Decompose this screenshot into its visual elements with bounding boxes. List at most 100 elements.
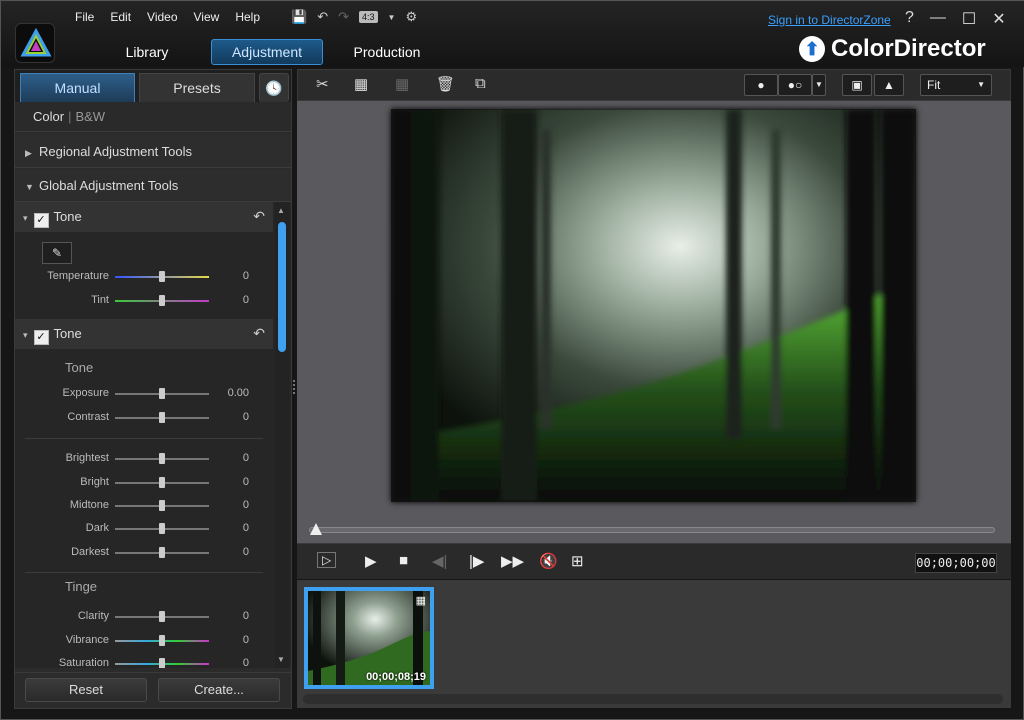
slider-knob[interactable] [159, 271, 165, 282]
chevron-down-icon[interactable]: ▼ [812, 74, 826, 96]
tone-enable-checkbox-2[interactable]: ✓ [33, 330, 49, 345]
reset-icon[interactable]: ↶ [253, 325, 265, 342]
menu-view[interactable]: View [194, 10, 220, 24]
menu-help[interactable]: Help [235, 10, 260, 24]
chevron-down-icon[interactable]: ▼ [388, 13, 396, 22]
minimize-icon[interactable]: — [930, 9, 946, 29]
fx-clip-icon[interactable]: ▦ [354, 75, 368, 95]
menu-file[interactable]: File [75, 10, 94, 24]
zoom-select[interactable]: Fit ▼ [920, 74, 992, 96]
signin-link[interactable]: Sign in to DirectorZone [768, 13, 891, 27]
scissors-icon[interactable]: ✂ [316, 75, 329, 95]
tab-adjustment[interactable]: Adjustment [211, 39, 323, 65]
zoom-value: Fit [927, 78, 941, 92]
contrast-slider[interactable]: Contrast 0 [15, 409, 273, 427]
scrollbar-thumb[interactable] [278, 222, 286, 352]
compare-view-button[interactable]: ●○ [778, 74, 812, 96]
panel-resize-grip[interactable] [292, 379, 296, 395]
tab-production[interactable]: Production [331, 39, 443, 65]
image-view-icon[interactable]: ▣ [842, 74, 872, 96]
menu-edit[interactable]: Edit [110, 10, 131, 24]
slider-label: Dark [85, 522, 109, 534]
exposure-slider[interactable]: Exposure 0.00 [15, 385, 273, 403]
timeline-slider[interactable] [309, 523, 995, 535]
tone-group-header-1[interactable]: ▾ ✓ Tone ↶ [15, 202, 273, 232]
midtone-slider[interactable]: Midtone 0 [15, 497, 273, 515]
slider-knob[interactable] [159, 523, 165, 534]
slider-knob[interactable] [159, 453, 165, 464]
tone-subheading: Tone [65, 360, 94, 375]
reset-button[interactable]: Reset [25, 678, 147, 702]
menu-video[interactable]: Video [147, 10, 177, 24]
create-preset-button[interactable]: Create... [158, 678, 280, 702]
clip-thumbnail[interactable]: ▦ 00;00;08;19 [304, 587, 434, 689]
temperature-slider[interactable]: Temperature 0 [15, 268, 273, 286]
tint-slider[interactable]: Tint 0 [15, 292, 273, 310]
chevron-down-icon[interactable]: ▾ [23, 213, 28, 223]
next-frame-icon[interactable]: |▶ [469, 552, 484, 570]
tools-scroll-area[interactable]: ▾ ✓ Tone ↶ ✎ Temperature 0 Tint 0 ▾ ✓ Tone ↶ [15, 202, 291, 668]
landscape-icon[interactable]: ▲ [874, 74, 904, 96]
undo-icon[interactable]: ↶ [317, 9, 328, 25]
slider-value: 0 [242, 452, 249, 464]
maximize-icon[interactable]: ☐ [962, 9, 976, 29]
aspect-ratio-button[interactable]: 4:3 [359, 11, 378, 23]
filmstrip-scrollbar[interactable] [303, 694, 1003, 704]
tone-group-header-2[interactable]: ▾ ✓ Tone ↶ [15, 319, 273, 349]
eyedropper-icon[interactable]: ✎ [42, 242, 72, 264]
global-tools-header[interactable]: ▼ Global Adjustment Tools [15, 170, 291, 202]
slider-knob[interactable] [159, 295, 165, 306]
gear-icon[interactable]: ⚙ [405, 9, 417, 25]
brightest-slider[interactable]: Brightest 0 [15, 450, 273, 468]
slider-knob[interactable] [159, 658, 165, 668]
single-view-button[interactable]: ● [744, 74, 778, 96]
color-mode-label[interactable]: Color [33, 109, 64, 124]
help-icon[interactable]: ? [905, 9, 914, 29]
panel-scrollbar[interactable]: ▲ ▼ [275, 202, 289, 668]
tab-library[interactable]: Library [91, 39, 203, 65]
trash-icon[interactable]: 🗑 [436, 75, 455, 95]
slider-knob[interactable] [159, 412, 165, 423]
bright-slider[interactable]: Bright 0 [15, 474, 273, 492]
slider-knob[interactable] [159, 500, 165, 511]
upgrade-arrow-icon[interactable]: ⬆ [799, 36, 825, 62]
scroll-up-icon[interactable]: ▲ [277, 206, 285, 215]
slider-knob[interactable] [159, 611, 165, 622]
regional-tools-header[interactable]: ▶ Regional Adjustment Tools [15, 136, 291, 168]
save-icon[interactable]: 💾 [291, 9, 307, 25]
slider-label: Saturation [58, 657, 109, 668]
brand-name: ColorDirector [831, 35, 986, 62]
slider-knob[interactable] [159, 635, 165, 646]
fullscreen-play-icon[interactable]: ▷ [317, 552, 337, 568]
playhead-handle[interactable] [310, 523, 322, 535]
tab-presets[interactable]: Presets [139, 73, 255, 102]
redo-icon[interactable]: ↷ [338, 9, 349, 25]
saturation-slider[interactable]: Saturation 0 [15, 655, 273, 668]
history-clock-icon[interactable]: 🕓 [259, 73, 289, 102]
fast-forward-icon[interactable]: ▶▶ [501, 552, 524, 570]
vibrance-slider[interactable]: Vibrance 0 [15, 632, 273, 650]
slider-label: Brightest [65, 452, 109, 464]
crop-icon[interactable]: ⧉ [475, 75, 486, 95]
slider-knob[interactable] [159, 477, 165, 488]
tab-manual[interactable]: Manual [20, 73, 135, 102]
tone-enable-checkbox-1[interactable]: ✓ [33, 213, 49, 228]
dark-slider[interactable]: Dark 0 [15, 520, 273, 538]
bw-mode-label[interactable]: B&W [75, 109, 105, 124]
divider [25, 572, 263, 573]
slider-knob[interactable] [159, 547, 165, 558]
chevron-down-icon[interactable]: ▾ [23, 330, 28, 340]
snapshot-icon[interactable]: ⊞ [571, 552, 584, 570]
reset-icon[interactable]: ↶ [253, 208, 265, 225]
scroll-down-icon[interactable]: ▼ [277, 655, 285, 664]
play-icon[interactable]: ▶ [365, 552, 377, 570]
stop-icon[interactable]: ■ [399, 552, 408, 569]
darkest-slider[interactable]: Darkest 0 [15, 544, 273, 562]
app-logo-icon [15, 23, 55, 63]
slider-label: Darkest [71, 546, 109, 558]
slider-value: 0 [242, 476, 249, 488]
clarity-slider[interactable]: Clarity 0 [15, 608, 273, 626]
close-icon[interactable]: ✕ [992, 9, 1005, 29]
mute-icon[interactable]: 🔇 [539, 552, 558, 570]
slider-knob[interactable] [159, 388, 165, 399]
